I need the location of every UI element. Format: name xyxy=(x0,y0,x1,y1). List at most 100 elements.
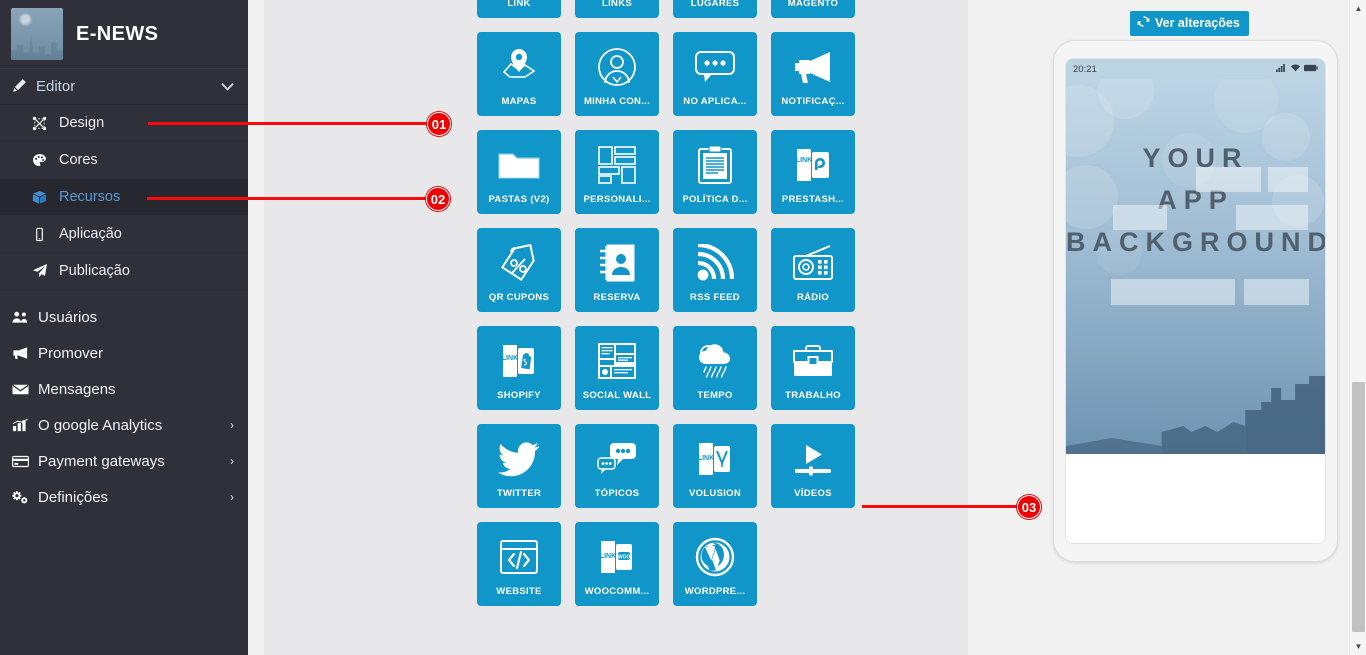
feature-tile-label: POLÍTICA D... xyxy=(682,194,748,205)
feature-tile-label: RÁDIO xyxy=(796,292,830,303)
sidebar-item-definicoes-label: Definições xyxy=(38,488,109,506)
prestashop-door-icon: LINK xyxy=(771,130,855,194)
brand-header: E-NEWS xyxy=(0,0,248,68)
feature-tile-prestashop[interactable]: LINK PRESTASH... xyxy=(771,130,855,214)
feature-tile-label: TRABALHO xyxy=(785,390,841,401)
palette-icon xyxy=(32,153,59,168)
coupon-tag-icon xyxy=(477,228,561,292)
feature-tile-pastas-v2[interactable]: PASTAS (V2) xyxy=(477,130,561,214)
social-wall-icon xyxy=(575,326,659,390)
feature-tile-label: VOLUSION xyxy=(688,488,741,499)
feature-tile-label: VÍDEOS xyxy=(794,488,832,499)
sidebar: E-NEWS Editor Design Cores Recursos Apli… xyxy=(0,0,248,655)
feature-tile-woocommerce[interactable]: LINK WOO WOOCOMM... xyxy=(575,522,659,606)
folder-icon xyxy=(477,130,561,194)
topics-bubbles-icon xyxy=(575,424,659,488)
feature-tile-qr-cupons[interactable]: QR CUPONS xyxy=(477,228,561,312)
feature-tile-label: MINHA CON... xyxy=(583,96,651,107)
sidebar-item-aplicacao[interactable]: Aplicação xyxy=(0,216,248,253)
svg-text:LINK: LINK xyxy=(796,157,812,164)
feature-tile-rss-feed[interactable]: RSS FEED xyxy=(673,228,757,312)
feature-tile-label: WOOCOMM... xyxy=(584,586,650,597)
feature-tile-mapas[interactable]: MAPAS xyxy=(477,32,561,116)
feature-tile-links[interactable]: LINKS xyxy=(575,0,659,18)
feature-tile-shopify[interactable]: LINK SHOPIFY xyxy=(477,326,561,410)
feature-tile-politica[interactable]: POLÍTICA D... xyxy=(673,130,757,214)
feature-tile-videos[interactable]: VÍDEOS xyxy=(771,424,855,508)
scroll-down-arrow[interactable]: ▼ xyxy=(1350,638,1366,655)
feature-tile-website[interactable]: WEBSITE xyxy=(477,522,561,606)
map-pin-icon xyxy=(477,32,561,96)
twitter-bird-icon xyxy=(477,424,561,488)
chevron-right-icon: › xyxy=(230,490,234,504)
feature-tile-reserva[interactable]: RESERVA xyxy=(575,228,659,312)
sidebar-item-definicoes[interactable]: Definições › xyxy=(0,479,248,515)
sidebar-item-mensagens-label: Mensagens xyxy=(38,380,116,398)
sidebar-item-payment-gateways[interactable]: Payment gateways › xyxy=(0,443,248,479)
feature-tile-magento[interactable]: LINK MAGENTO xyxy=(771,0,855,18)
feature-tile-label: TEMPO xyxy=(697,390,733,401)
feature-tile-label: TWITTER xyxy=(496,488,542,499)
view-changes-button[interactable]: Ver alterações xyxy=(1130,11,1249,36)
annotation-line-01 xyxy=(148,122,433,125)
sidebar-group-editor[interactable]: Editor xyxy=(0,68,248,105)
sidebar-item-cores-label: Cores xyxy=(59,152,98,168)
svg-text:LINK: LINK xyxy=(698,455,714,462)
svg-text:LINK: LINK xyxy=(600,553,616,560)
sidebar-item-publicacao[interactable]: Publicação xyxy=(0,253,248,290)
sidebar-item-mensagens[interactable]: Mensagens xyxy=(0,371,248,407)
feature-tile-label: RESERVA xyxy=(593,292,641,303)
volusion-door-icon: LINK xyxy=(673,424,757,488)
sidebar-item-aplicacao-label: Aplicação xyxy=(59,226,122,242)
feature-tile-label: SHOPIFY xyxy=(497,390,541,401)
paper-plane-icon xyxy=(32,263,59,279)
feature-tile-label: TÓPICOS xyxy=(594,488,640,499)
feature-tile-label: MAGENTO xyxy=(787,0,839,9)
credit-card-icon xyxy=(12,455,38,468)
sidebar-item-cores[interactable]: Cores xyxy=(0,142,248,179)
feature-tile-volusion[interactable]: LINK VOLUSION xyxy=(673,424,757,508)
feature-tile-label: LINK xyxy=(507,0,531,9)
page-scrollbar[interactable]: ▲ ▼ xyxy=(1349,0,1366,655)
sidebar-item-recursos-label: Recursos xyxy=(59,189,121,205)
placeholder-block xyxy=(1236,205,1308,230)
sidebar-item-google-analytics[interactable]: O google Analytics › xyxy=(0,407,248,443)
video-play-icon xyxy=(771,424,855,488)
feature-tile-topicos[interactable]: TÓPICOS xyxy=(575,424,659,508)
phone-screen: 20:21 YOUR APP BACKGROUND xyxy=(1066,59,1325,543)
feature-tile-trabalho[interactable]: TRABALHO xyxy=(771,326,855,410)
annotation-line-02 xyxy=(147,197,432,200)
clipboard-icon xyxy=(673,130,757,194)
cube-icon xyxy=(32,190,59,205)
weather-cloud-rain-icon xyxy=(673,326,757,390)
sidebar-item-promover-label: Promover xyxy=(38,344,104,362)
feature-tile-notificacoes[interactable]: NOTIFICAÇ... xyxy=(771,32,855,116)
contact-book-icon xyxy=(575,228,659,292)
feature-tile-label: LUGARES xyxy=(690,0,740,9)
megaphone-icon xyxy=(771,32,855,96)
feature-tile-social-wall[interactable]: SOCIAL WALL xyxy=(575,326,659,410)
signal-icon xyxy=(1276,63,1287,75)
sidebar-item-usuarios[interactable]: Usuários xyxy=(0,299,248,335)
feature-tile-no-aplicativo[interactable]: NO APLICA... xyxy=(673,32,757,116)
users-icon xyxy=(12,310,38,324)
bar-chart-icon xyxy=(12,418,38,432)
feature-tile-twitter[interactable]: TWITTER xyxy=(477,424,561,508)
placeholder-block xyxy=(1268,167,1308,192)
feature-tile-tempo[interactable]: TEMPO xyxy=(673,326,757,410)
feature-tile-personalizar[interactable]: PERSONALI... xyxy=(575,130,659,214)
feature-tile-label: NO APLICA... xyxy=(683,96,747,107)
scroll-up-arrow[interactable]: ▲ xyxy=(1350,0,1366,17)
scrollbar-thumb[interactable] xyxy=(1352,382,1365,632)
sidebar-item-promover[interactable]: Promover xyxy=(0,335,248,371)
wifi-icon xyxy=(1290,63,1301,75)
feature-tile-link[interactable]: LINK xyxy=(477,0,561,18)
feature-tile-lugares[interactable]: LUGARES xyxy=(673,0,757,18)
design-icon xyxy=(32,116,59,131)
feature-tile-wordpress[interactable]: WORDPRE... xyxy=(673,522,757,606)
features-grid: LINK LINKS LUGARES LINK MAGENTO MAPAS xyxy=(477,0,855,606)
bullhorn-icon xyxy=(12,346,38,360)
feature-tile-radio[interactable]: RÁDIO xyxy=(771,228,855,312)
sidebar-item-payment-gateways-label: Payment gateways xyxy=(38,452,165,470)
feature-tile-minha-conta[interactable]: MINHA CON... xyxy=(575,32,659,116)
